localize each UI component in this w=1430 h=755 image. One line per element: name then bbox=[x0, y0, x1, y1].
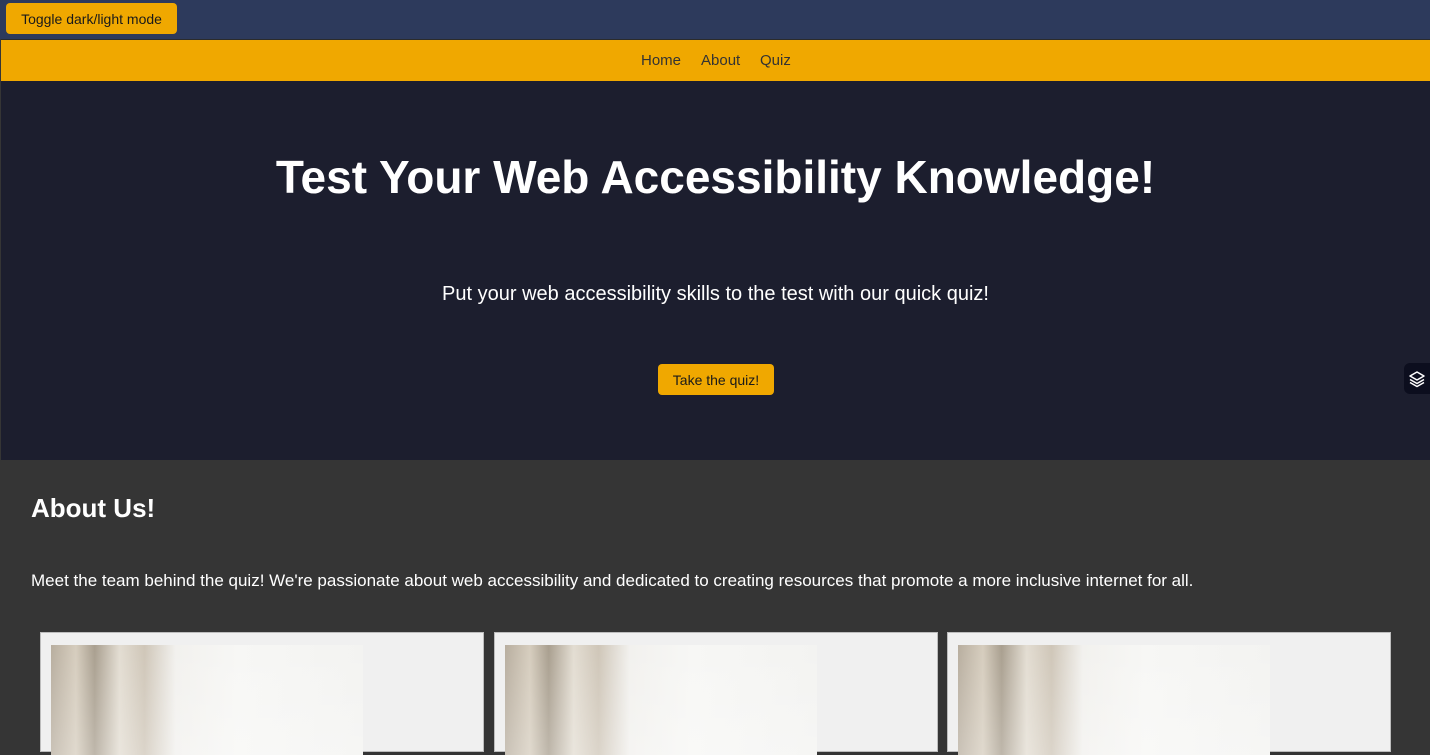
nav-quiz-link[interactable]: Quiz bbox=[760, 52, 791, 69]
about-title: About Us! bbox=[31, 493, 156, 523]
theme-toggle-button[interactable]: Toggle dark/light mode bbox=[6, 3, 177, 34]
team-card-image bbox=[51, 645, 363, 755]
team-card bbox=[947, 632, 1391, 755]
nav-about-link[interactable]: About bbox=[701, 52, 740, 69]
hero-section: Test Your Web Accessibility Knowledge! P… bbox=[1, 81, 1430, 460]
nav-home-link[interactable]: Home bbox=[641, 52, 681, 69]
team-card bbox=[40, 632, 484, 755]
hero-title: Test Your Web Accessibility Knowledge! bbox=[275, 151, 1156, 203]
about-text: Meet the team behind the quiz! We're pas… bbox=[31, 571, 1194, 590]
take-quiz-button[interactable]: Take the quiz! bbox=[658, 364, 774, 395]
main-nav: Home About Quiz bbox=[1, 39, 1430, 81]
team-card-image bbox=[958, 645, 1270, 755]
top-bar: Toggle dark/light mode bbox=[0, 0, 1430, 39]
about-section: About Us! Meet the team behind the quiz!… bbox=[0, 460, 1430, 755]
team-card bbox=[494, 632, 938, 755]
layers-icon[interactable] bbox=[1404, 363, 1430, 394]
team-card-image bbox=[505, 645, 817, 755]
hero-subtitle: Put your web accessibility skills to the… bbox=[442, 283, 989, 305]
